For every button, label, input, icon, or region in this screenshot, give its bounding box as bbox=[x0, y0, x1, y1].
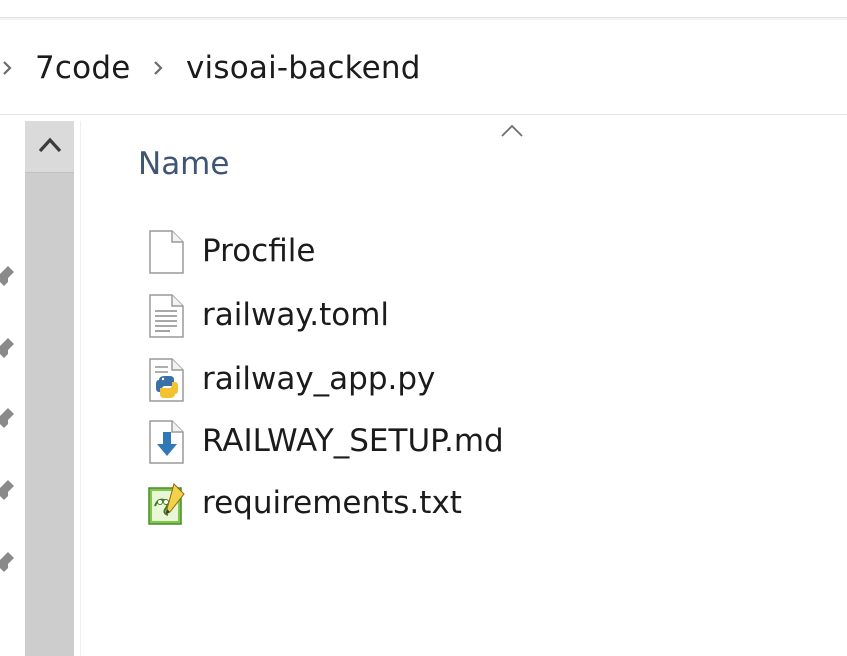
text-file-icon bbox=[149, 294, 184, 338]
navigation-scrollbar-track[interactable] bbox=[25, 121, 74, 656]
python-file-icon bbox=[149, 358, 184, 402]
file-row-railway-setup-md[interactable]: RAILWAY_SETUP.md bbox=[140, 416, 600, 468]
window-top-strip bbox=[0, 0, 847, 18]
scroll-up-button[interactable] bbox=[25, 121, 74, 172]
chevron-up-icon bbox=[38, 137, 62, 153]
pin-icon[interactable] bbox=[0, 548, 16, 576]
markdown-download-file-icon bbox=[149, 420, 184, 464]
chevron-right-icon[interactable] bbox=[153, 60, 163, 76]
file-explorer-window: 7code visoai-backend Name Procfile railw… bbox=[0, 0, 847, 656]
file-row-requirements-txt[interactable]: requirements.txt bbox=[140, 478, 600, 530]
blank-file-icon bbox=[149, 230, 184, 274]
file-name: Procfile bbox=[202, 233, 316, 269]
file-row-railway-app-py[interactable]: railway_app.py bbox=[140, 354, 600, 406]
file-row-railway-toml[interactable]: railway.toml bbox=[140, 290, 600, 342]
sort-ascending-icon bbox=[501, 124, 523, 137]
pin-icon[interactable] bbox=[0, 404, 16, 432]
file-name: railway.toml bbox=[202, 297, 390, 333]
scrollbar-divider bbox=[25, 172, 74, 173]
address-bar-divider bbox=[0, 114, 847, 115]
pin-icon[interactable] bbox=[0, 334, 16, 362]
column-header-name[interactable]: Name bbox=[138, 144, 229, 184]
file-name: requirements.txt bbox=[202, 485, 462, 521]
pin-icon[interactable] bbox=[0, 262, 16, 290]
file-name: railway_app.py bbox=[202, 361, 436, 397]
file-row-procfile[interactable]: Procfile bbox=[140, 226, 600, 278]
notepad-plus-plus-file-icon bbox=[148, 483, 185, 525]
pin-icon[interactable] bbox=[0, 476, 16, 504]
breadcrumb-item-visoai-backend[interactable]: visoai-backend bbox=[186, 48, 421, 88]
file-name: RAILWAY_SETUP.md bbox=[202, 423, 504, 459]
breadcrumb-item-7code[interactable]: 7code bbox=[35, 48, 130, 88]
pane-divider bbox=[80, 121, 81, 656]
chevron-right-icon[interactable] bbox=[2, 60, 12, 76]
